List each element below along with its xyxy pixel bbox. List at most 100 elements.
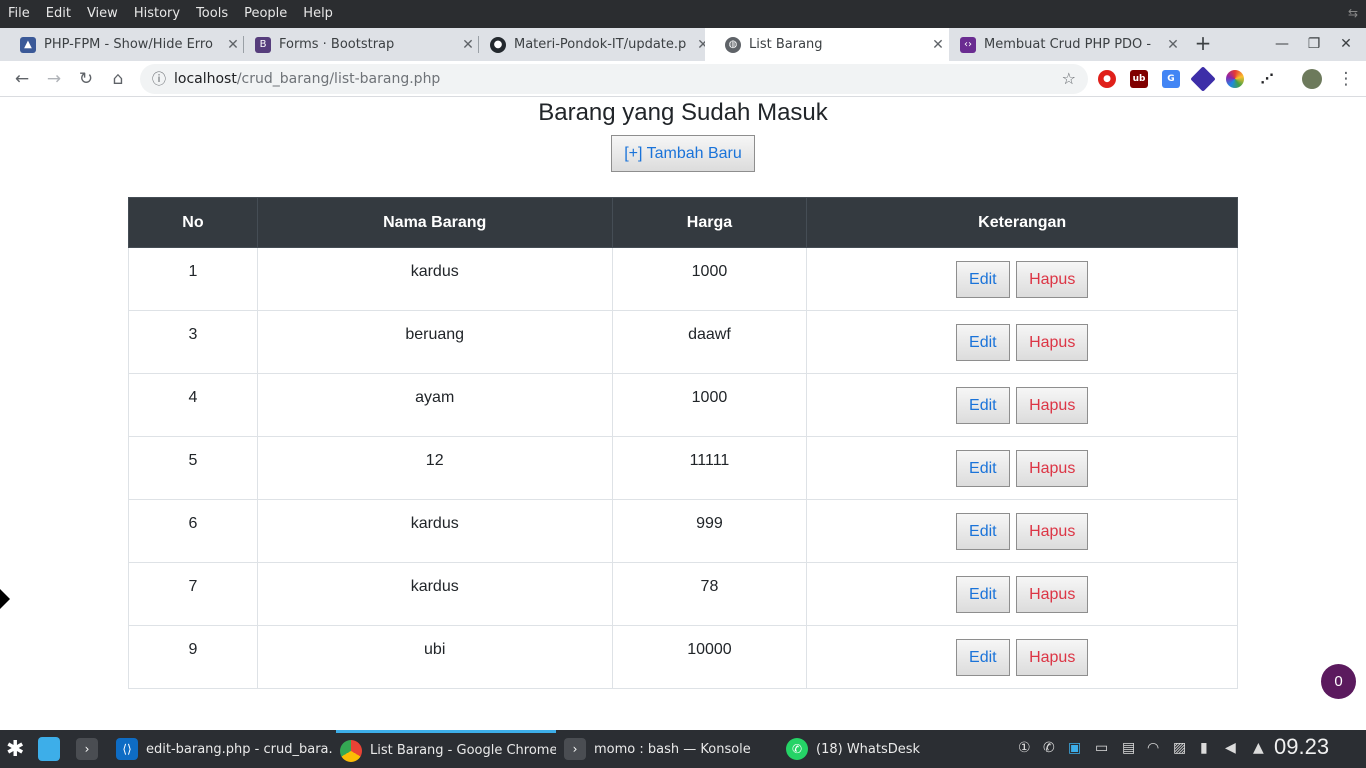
- extension-arrow-icon[interactable]: ⋰: [1258, 70, 1276, 88]
- cell-no: 3: [128, 310, 258, 374]
- delete-button[interactable]: Hapus: [1016, 513, 1089, 550]
- tab-title: Materi-Pondok-IT/update.p: [514, 37, 687, 52]
- storage-icon[interactable]: ▮: [1200, 740, 1208, 756]
- terminal-launcher-icon[interactable]: ›: [76, 730, 106, 768]
- edit-button[interactable]: Edit: [956, 261, 1010, 298]
- window-close-icon[interactable]: ✕: [1330, 28, 1362, 61]
- tray-expand-icon[interactable]: ▲: [1253, 740, 1264, 756]
- delete-button[interactable]: Hapus: [1016, 450, 1089, 487]
- tab-title: Membuat Crud PHP PDO -: [984, 37, 1152, 52]
- taskbar-item-label: (18) WhatsDesk: [816, 741, 921, 757]
- tab-list-barang[interactable]: ◍ List Barang ✕: [705, 28, 949, 61]
- edit-button[interactable]: Edit: [956, 639, 1010, 676]
- clipboard-icon[interactable]: ▤: [1122, 740, 1135, 756]
- browser-toolbar: ← → ↻ ⌂ ⓘ localhost/crud_barang/list-bar…: [0, 61, 1366, 97]
- updates-icon[interactable]: ①: [1018, 740, 1031, 756]
- page-content: Barang yang Sudah Masuk [+] Tambah Baru …: [0, 97, 1366, 730]
- taskbar-item-chrome[interactable]: List Barang - Google Chrome: [336, 730, 556, 768]
- table-row: 1 kardus 1000 Edit Hapus: [128, 247, 1238, 311]
- image-icon[interactable]: ▨: [1173, 740, 1186, 756]
- translate-icon[interactable]: G: [1162, 70, 1180, 88]
- cell-actions: Edit Hapus: [806, 625, 1238, 689]
- table-row: 6 kardus 999 Edit Hapus: [128, 499, 1238, 563]
- table-row: 9 ubi 10000 Edit Hapus: [128, 625, 1238, 689]
- cell-harga: 999: [611, 499, 808, 563]
- cell-no: 5: [128, 436, 258, 500]
- menu-people[interactable]: People: [236, 0, 295, 28]
- globe-icon: ◍: [725, 36, 741, 53]
- battery-icon[interactable]: ▭: [1095, 740, 1108, 756]
- cell-actions: Edit Hapus: [806, 436, 1238, 500]
- menu-view[interactable]: View: [79, 0, 126, 28]
- delete-button[interactable]: Hapus: [1016, 387, 1089, 424]
- tab-title: List Barang: [749, 37, 823, 52]
- reload-icon[interactable]: ↻: [72, 65, 100, 93]
- cell-no: 6: [128, 499, 258, 563]
- restore-icon[interactable]: ❐: [1298, 28, 1330, 61]
- file-manager-icon[interactable]: [38, 730, 68, 768]
- cell-actions: Edit Hapus: [806, 562, 1238, 626]
- home-icon[interactable]: ⌂: [104, 65, 132, 93]
- kde-launcher-icon[interactable]: ✱: [6, 730, 24, 768]
- avatar[interactable]: [1302, 69, 1322, 89]
- menu-tools[interactable]: Tools: [188, 0, 236, 28]
- menu-edit[interactable]: Edit: [38, 0, 79, 28]
- tab-github[interactable]: ● Materi-Pondok-IT/update.p ✕: [470, 28, 714, 61]
- clock[interactable]: 09.23: [1274, 734, 1329, 760]
- tab-strip: ▲ PHP-FPM - Show/Hide Erro ✕ B Forms · B…: [0, 28, 1366, 61]
- tab-crud-pdo[interactable]: ‹› Membuat Crud PHP PDO - ✕: [940, 28, 1184, 61]
- address-bar[interactable]: ⓘ localhost/crud_barang/list-barang.php …: [140, 64, 1088, 94]
- edit-button[interactable]: Edit: [956, 450, 1010, 487]
- delete-button[interactable]: Hapus: [1016, 261, 1089, 298]
- tab-bootstrap[interactable]: B Forms · Bootstrap ✕: [235, 28, 479, 61]
- table-row: 7 kardus 78 Edit Hapus: [128, 562, 1238, 626]
- ublock-icon[interactable]: ub: [1130, 70, 1148, 88]
- color-picker-icon[interactable]: [1226, 70, 1244, 88]
- table-row: 4 ayam 1000 Edit Hapus: [128, 373, 1238, 437]
- taskbar-item-label: List Barang - Google Chrome: [370, 743, 556, 758]
- whatsapp-tray-icon[interactable]: ✆: [1043, 740, 1055, 756]
- cell-actions: Edit Hapus: [806, 499, 1238, 563]
- back-arrow-icon[interactable]: ←: [8, 65, 36, 93]
- wifi-icon[interactable]: ◠: [1147, 740, 1159, 756]
- forward-arrow-icon[interactable]: →: [40, 65, 68, 93]
- cell-harga: daawf: [611, 310, 808, 374]
- bootstrap-icon: B: [255, 36, 271, 53]
- bookmark-star-icon[interactable]: ☆: [1062, 69, 1076, 88]
- cell-no: 1: [128, 247, 258, 311]
- adblock-icon[interactable]: ●: [1098, 70, 1116, 88]
- taskbar-item-label: momo : bash — Konsole: [594, 741, 751, 757]
- tab-php-fpm[interactable]: ▲ PHP-FPM - Show/Hide Erro ✕: [0, 28, 244, 61]
- delete-button[interactable]: Hapus: [1016, 639, 1089, 676]
- taskbar-item-konsole[interactable]: › momo : bash — Konsole: [564, 730, 774, 768]
- close-icon[interactable]: ✕: [1162, 37, 1184, 53]
- edit-button[interactable]: Edit: [956, 576, 1010, 613]
- column-header-nama: Nama Barang: [256, 197, 613, 248]
- add-new-button[interactable]: [+] Tambah Baru: [611, 135, 755, 172]
- edit-button[interactable]: Edit: [956, 324, 1010, 361]
- taskbar-item-whatsdesk[interactable]: ✆ (18) WhatsDesk: [786, 730, 996, 768]
- menu-kebab-icon[interactable]: ⋮: [1332, 65, 1360, 93]
- items-table: No Nama Barang Harga Keterangan 1 kardus…: [128, 197, 1238, 689]
- menu-file[interactable]: File: [0, 0, 38, 28]
- display-icon[interactable]: ▣: [1068, 740, 1081, 756]
- extension-diamond-icon[interactable]: [1190, 66, 1216, 92]
- volume-icon[interactable]: ◀: [1225, 740, 1236, 756]
- cell-nama: kardus: [256, 499, 613, 563]
- column-header-harga: Harga: [611, 197, 808, 248]
- cell-harga: 1000: [611, 373, 808, 437]
- new-tab-button[interactable]: +: [1192, 28, 1214, 61]
- info-icon[interactable]: ⓘ: [144, 69, 174, 89]
- menu-help[interactable]: Help: [295, 0, 341, 28]
- taskbar-item-vscode[interactable]: ⟨⟩ edit-barang.php - crud_bara...: [116, 730, 332, 768]
- minimize-icon[interactable]: —: [1266, 28, 1298, 61]
- edit-button[interactable]: Edit: [956, 513, 1010, 550]
- delete-button[interactable]: Hapus: [1016, 324, 1089, 361]
- page-title: Barang yang Sudah Masuk: [538, 99, 828, 126]
- menu-history[interactable]: History: [126, 0, 188, 28]
- cell-nama: kardus: [256, 247, 613, 311]
- column-header-no: No: [128, 197, 258, 248]
- notification-badge[interactable]: 0: [1321, 664, 1356, 699]
- edit-button[interactable]: Edit: [956, 387, 1010, 424]
- delete-button[interactable]: Hapus: [1016, 576, 1089, 613]
